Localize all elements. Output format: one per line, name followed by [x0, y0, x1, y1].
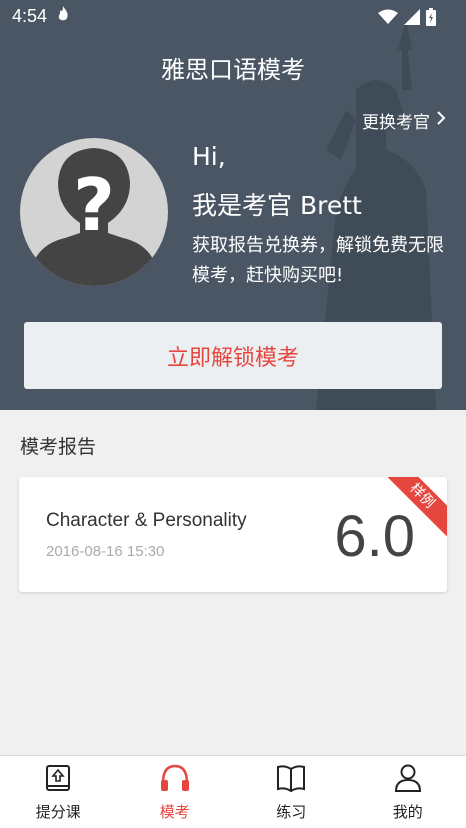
upgrade-book-icon [43, 763, 73, 797]
status-time: 4:54 [12, 6, 48, 26]
status-icons [378, 8, 436, 30]
change-examiner-link[interactable]: 更换考官 [362, 108, 446, 133]
battery-icon [426, 8, 436, 30]
reports-section-title: 模考报告 [20, 436, 97, 458]
flame-icon [54, 5, 72, 28]
report-score: 6.0 [334, 504, 415, 569]
examiner-avatar: ? [20, 138, 168, 286]
bottom-navigation: 提分课 模考 练习 我的 [0, 755, 466, 828]
header-banner: 4:54 雅思口语模考 更换考官 ? Hi, 我是考官 Brett 获取报告兑换… [0, 0, 466, 410]
report-date: 2016-08-16 15:30 [46, 543, 165, 560]
nav-label-mock-exam: 模考 [159, 802, 190, 821]
headphones-icon [159, 763, 191, 797]
wifi-icon [378, 9, 398, 29]
unknown-person-icon: ? [28, 148, 160, 286]
user-icon [393, 763, 423, 797]
unlock-exam-button[interactable]: 立即解锁模考 [24, 322, 442, 389]
nav-label-courses: 提分课 [35, 802, 81, 821]
report-topic: Character & Personality [46, 510, 247, 531]
page-title: 雅思口语模考 [161, 56, 305, 84]
nav-item-courses[interactable]: 提分课 [0, 756, 117, 828]
signal-icon [404, 9, 420, 29]
examiner-description: 获取报告兑换券，解锁免费无限模考，赶快购买吧! [192, 235, 444, 286]
nav-item-mock-exam[interactable]: 模考 [117, 756, 234, 828]
status-bar: 4:54 [0, 0, 466, 34]
nav-label-practice: 练习 [276, 802, 307, 821]
svg-text:?: ? [73, 163, 115, 247]
greeting-hi: Hi, [192, 142, 226, 171]
open-book-icon [275, 763, 307, 797]
report-card[interactable]: Character & Personality 2016-08-16 15:30… [19, 477, 447, 592]
examiner-name: 我是考官 Brett [192, 191, 362, 220]
change-examiner-label: 更换考官 [362, 113, 430, 133]
nav-item-me[interactable]: 我的 [350, 756, 466, 828]
nav-label-me: 我的 [392, 802, 423, 821]
nav-item-practice[interactable]: 练习 [233, 756, 350, 828]
chevron-right-icon [436, 110, 446, 131]
